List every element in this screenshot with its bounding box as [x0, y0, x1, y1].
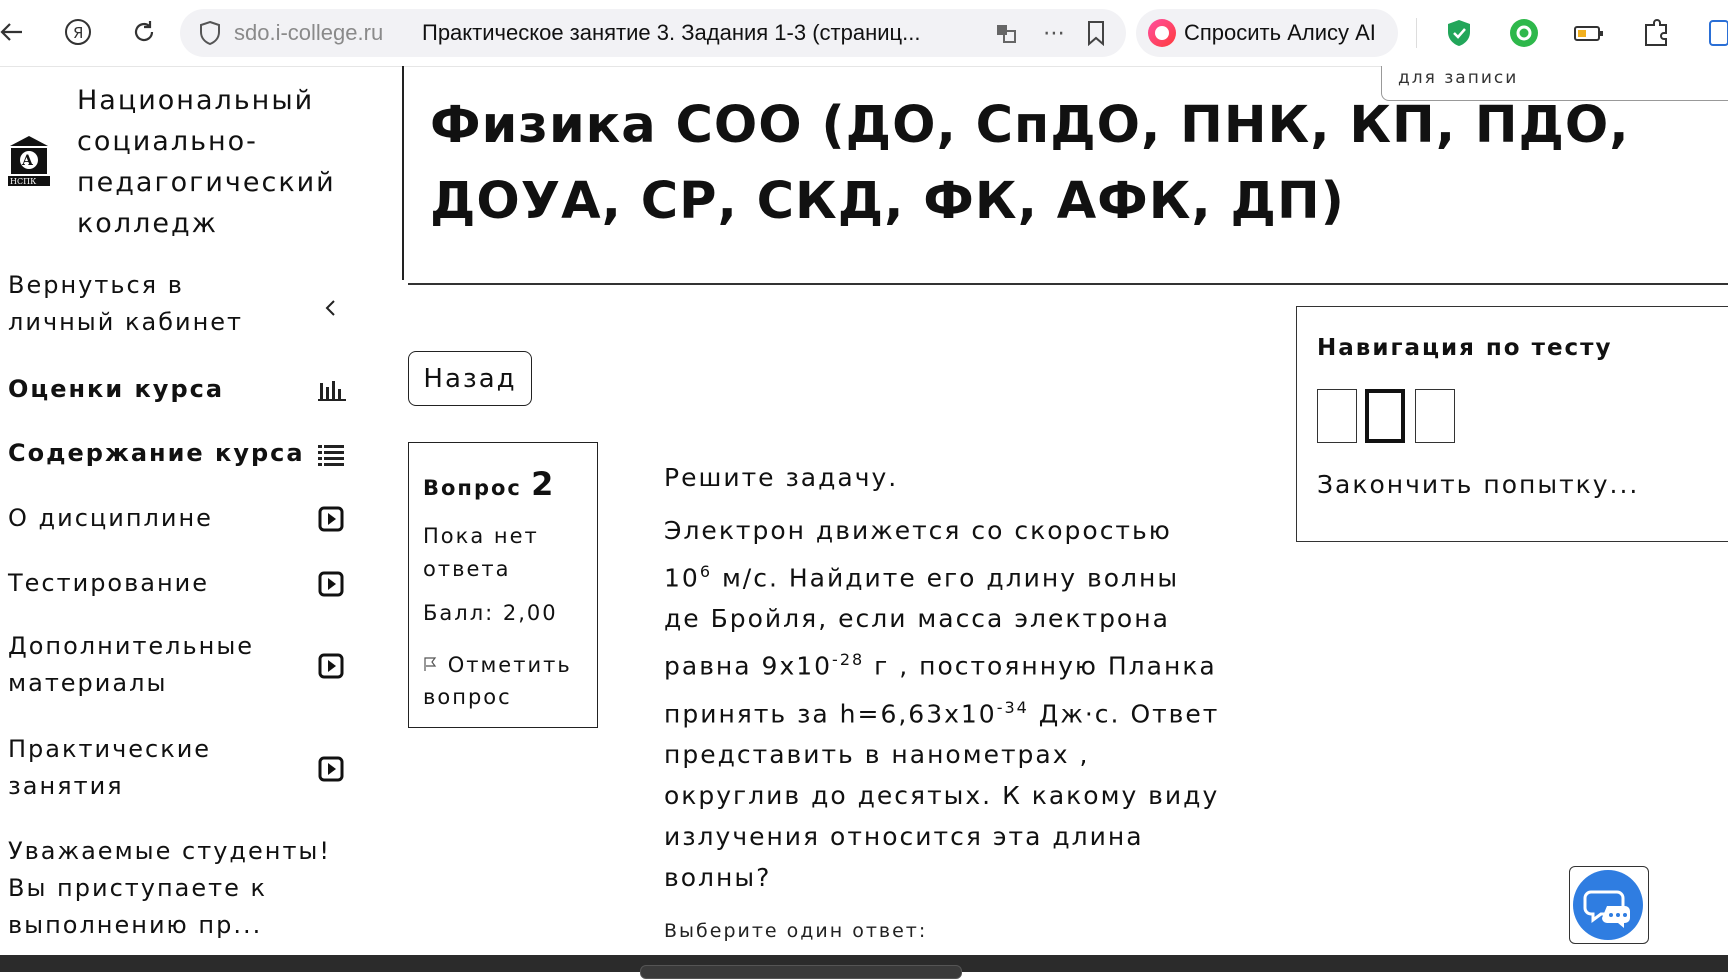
sidebar-item-label: Уважаемые студенты! Вы приступаете к вып…	[8, 837, 331, 939]
url-domain: sdo.i-college.ru	[234, 20, 384, 45]
toolbar-divider	[1416, 18, 1417, 48]
sidebar-item-label: Практические занятия	[8, 735, 212, 800]
header-border	[402, 66, 404, 280]
college-logo[interactable]: A НСПК	[8, 134, 50, 186]
question-text: Решите задачу. Электрон движется со скор…	[664, 457, 1224, 910]
finish-attempt-link[interactable]: Закончить попытку...	[1317, 470, 1639, 499]
sidebar-item-label: Тестирование	[8, 569, 210, 597]
address-bar[interactable]: sdo.i-college.ru Практическое занятие 3.…	[180, 9, 1126, 57]
question-score: Балл: 2,00	[423, 601, 558, 625]
yandex-icon[interactable]: Я	[60, 14, 96, 50]
tooltip-text: для записи	[1398, 68, 1519, 88]
college-name[interactable]: Национальный социально-педагогический ко…	[77, 80, 377, 244]
profile-icon[interactable]	[1708, 17, 1728, 49]
question-info: Вопрос 2 Пока нет ответа Балл: 2,00 Отме…	[408, 442, 598, 728]
taskbar-search[interactable]	[640, 965, 962, 979]
question-nav-button-3[interactable]	[1415, 389, 1455, 443]
extension-puzzle-icon[interactable]	[1640, 17, 1672, 49]
sidebar-item-practical[interactable]: Практические занятия	[8, 731, 388, 805]
back-arrow-icon[interactable]	[0, 14, 30, 50]
play-box-icon	[318, 506, 344, 532]
test-nav-title: Навигация по тесту	[1317, 335, 1613, 361]
page-title: Физика СОО (ДО, СпДО, ПНК, КП, ПДО, ДОУА…	[430, 96, 1630, 231]
sidebar-item-label: Оценки курса	[8, 375, 225, 403]
sidebar-item-label: О дисциплине	[8, 504, 213, 532]
bookmark-icon[interactable]	[1082, 19, 1110, 47]
choose-prompt: Выберите один ответ:	[664, 920, 928, 942]
page-tab-title: Практическое занятие 3. Задания 1-3 (стр…	[422, 20, 921, 45]
sidebar-item-course-content[interactable]: Содержание курса	[8, 435, 388, 472]
sidebar: A НСПК Национальный социально-педагогиче…	[0, 66, 402, 956]
chevron-left-icon[interactable]	[318, 295, 344, 321]
chat-widget-button[interactable]	[1569, 866, 1649, 944]
header-divider	[408, 283, 1728, 285]
alice-label: Спросить Алису AI	[1184, 20, 1376, 45]
play-box-icon	[318, 653, 344, 679]
more-icon[interactable]: ⋯	[1040, 19, 1068, 47]
play-box-icon	[318, 756, 344, 782]
chat-icon	[1573, 870, 1643, 940]
exponent: -28	[832, 650, 865, 670]
sidebar-item-label: Вернуться в личный кабинет	[8, 271, 244, 336]
sidebar-item-testing[interactable]: Тестирование	[8, 565, 388, 602]
sidebar-item-label: Содержание курса	[8, 439, 305, 467]
svg-text:A: A	[21, 153, 34, 169]
flag-question-link[interactable]: Отметить вопрос	[423, 649, 593, 713]
sidebar-item-extra-materials[interactable]: Дополнительные материалы	[8, 628, 388, 702]
alice-ai-button[interactable]: Спросить Алису AI	[1136, 9, 1398, 57]
extension-green-icon[interactable]	[1508, 17, 1540, 49]
browser-toolbar: Я sdo.i-college.ru Практическое занятие …	[0, 0, 1728, 67]
sidebar-item-notice[interactable]: Уважаемые студенты! Вы приступаете к вып…	[8, 833, 388, 944]
bar-chart-icon	[318, 377, 346, 403]
os-taskbar	[0, 955, 1728, 979]
exponent: 6	[699, 562, 712, 581]
question-nav-button-1[interactable]	[1317, 389, 1357, 443]
sidebar-item-grades[interactable]: Оценки курса	[8, 371, 388, 408]
alice-icon	[1148, 19, 1176, 47]
question-nav-button-2[interactable]	[1365, 389, 1405, 443]
play-box-icon	[318, 571, 344, 597]
question-intro: Решите задачу.	[664, 463, 899, 492]
sidebar-item-about[interactable]: О дисциплине	[8, 500, 388, 537]
logo-text: НСПК	[10, 177, 37, 186]
test-navigation: Навигация по тесту Закончить попытку...	[1296, 306, 1728, 542]
back-button[interactable]: Назад	[408, 351, 532, 406]
svg-text:Я: Я	[73, 24, 83, 42]
protect-shield-icon[interactable]	[1443, 17, 1475, 49]
question-status: Пока нет ответа	[423, 524, 539, 581]
question-body: Электрон движется со скоростью 106 м/с. …	[664, 516, 1220, 892]
question-number: Вопрос 2	[423, 465, 555, 503]
sidebar-item-back-to-cabinet[interactable]: Вернуться в личный кабинет	[8, 267, 388, 341]
reload-icon[interactable]	[126, 14, 162, 50]
battery-icon[interactable]	[1573, 17, 1605, 49]
list-icon	[318, 441, 344, 467]
flag-icon	[423, 653, 448, 677]
question-label: Вопрос	[423, 476, 522, 500]
translate-icon[interactable]	[992, 19, 1020, 47]
sidebar-item-label: Дополнительные материалы	[8, 632, 255, 697]
question-number-value: 2	[531, 465, 556, 503]
shield-icon	[196, 19, 224, 47]
exponent: -34	[996, 697, 1029, 717]
